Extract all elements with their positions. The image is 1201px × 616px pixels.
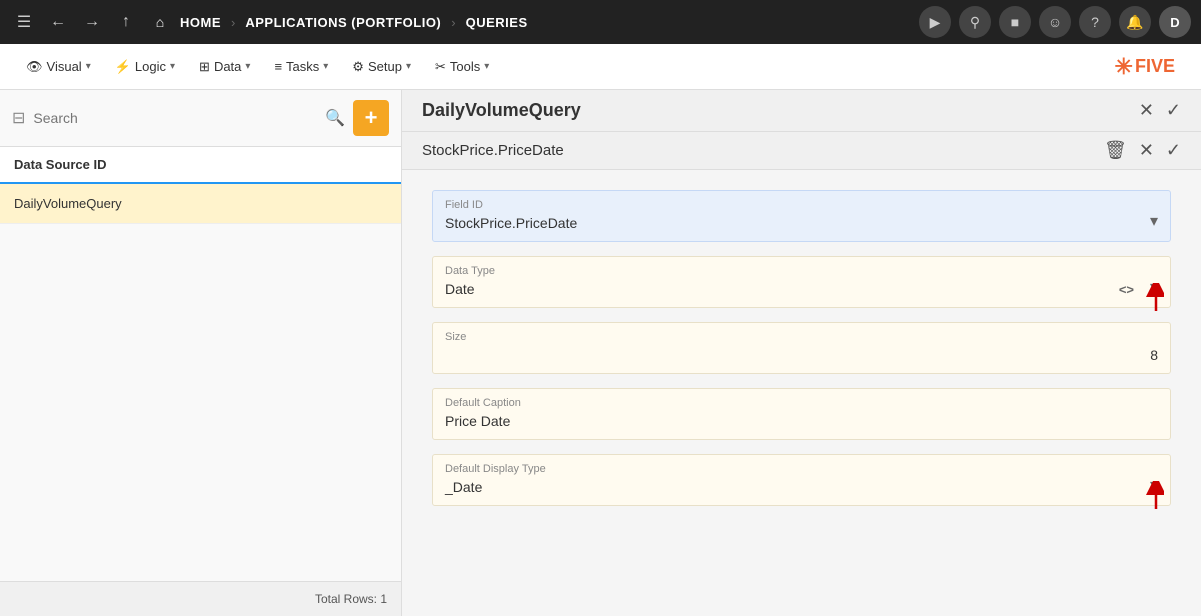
nav-visual-label: Visual [47, 59, 82, 74]
nav-setup-label: Setup [368, 59, 402, 74]
nav-actions: ▶ ⚲ ■ ☺ ? 🔔 D [919, 6, 1191, 38]
content-title: DailyVolumeQuery [422, 100, 1139, 121]
red-arrow-annotation-2 [1136, 481, 1164, 513]
back-button[interactable]: ← [44, 8, 72, 36]
default-display-field: Default Display Type _Date ▾ [432, 454, 1171, 506]
content-header: DailyVolumeQuery ✕ ✓ [402, 90, 1201, 132]
breadcrumb-queries[interactable]: QUERIES [466, 15, 528, 30]
chevron-down-icon: ▾ [245, 61, 250, 72]
content-panel: DailyVolumeQuery ✕ ✓ StockPrice.PriceDat… [402, 90, 1201, 616]
logic-icon: ⚡ [115, 59, 131, 75]
default-caption-field: Default Caption Price Date [432, 388, 1171, 440]
field-id-field: Field ID StockPrice.PriceDate ▾ [432, 190, 1171, 242]
eye-icon: 👁 [26, 59, 43, 75]
hamburger-button[interactable]: ☰ [10, 8, 38, 36]
delete-button[interactable]: 🗑 [1104, 140, 1127, 161]
main-layout: ⊟ 🔍 + Data Source ID DailyVolumeQuery To… [0, 90, 1201, 616]
sub-save-button[interactable]: ✓ [1166, 140, 1181, 161]
header-actions: ✕ ✓ [1139, 100, 1181, 121]
data-type-field: Data Type Date <> ▾ [432, 256, 1171, 308]
default-display-label: Default Display Type [445, 463, 1158, 475]
sidebar-search-bar: ⊟ 🔍 + [0, 90, 401, 147]
second-nav: 👁 Visual ▾ ⚡ Logic ▾ ⊞ Data ▾ ≡ Tasks ▾ … [0, 44, 1201, 90]
setup-icon: ⚙ [352, 59, 364, 75]
code-icon: <> [1119, 282, 1134, 297]
bell-button[interactable]: 🔔 [1119, 6, 1151, 38]
save-button[interactable]: ✓ [1166, 100, 1181, 121]
tools-icon: ✂ [435, 59, 446, 75]
nav-data[interactable]: ⊞ Data ▾ [189, 53, 260, 81]
sidebar-header: Data Source ID [0, 147, 401, 184]
red-arrow-annotation [1136, 283, 1164, 315]
add-button[interactable]: + [353, 100, 389, 136]
default-display-value: _Date [445, 479, 1158, 495]
sub-title: StockPrice.PriceDate [422, 142, 1104, 159]
sub-actions: 🗑 ✕ ✓ [1104, 140, 1181, 161]
breadcrumb-applications[interactable]: APPLICATIONS (PORTFOLIO) [245, 15, 441, 30]
avatar[interactable]: D [1159, 6, 1191, 38]
five-logo-text: FIVE [1135, 56, 1175, 77]
sub-close-button[interactable]: ✕ [1139, 140, 1154, 161]
nav-tools[interactable]: ✂ Tools ▾ [425, 53, 499, 81]
filter-icon: ⊟ [12, 108, 25, 128]
home-icon[interactable]: ⌂ [146, 8, 174, 36]
nav-visual[interactable]: 👁 Visual ▾ [16, 53, 101, 81]
nav-tasks[interactable]: ≡ Tasks ▾ [264, 53, 338, 80]
chevron-down-icon: ▾ [406, 61, 411, 72]
size-value: 8 [445, 347, 1158, 363]
sidebar-list: DailyVolumeQuery [0, 184, 401, 581]
data-type-label: Data Type [445, 265, 1158, 277]
chevron-down-icon[interactable]: ▾ [1150, 211, 1158, 231]
close-button[interactable]: ✕ [1139, 100, 1154, 121]
chevron-down-icon: ▾ [170, 61, 175, 72]
sidebar: ⊟ 🔍 + Data Source ID DailyVolumeQuery To… [0, 90, 402, 616]
sidebar-footer: Total Rows: 1 [0, 581, 401, 616]
five-logo: ✳ FIVE [1115, 54, 1175, 80]
nav-tools-label: Tools [450, 59, 480, 74]
chevron-down-icon: ▾ [323, 61, 328, 72]
stop-button[interactable]: ■ [999, 6, 1031, 38]
search-input[interactable] [33, 110, 317, 126]
nav-logic[interactable]: ⚡ Logic ▾ [105, 53, 185, 81]
nav-logic-label: Logic [135, 59, 166, 74]
chevron-down-icon: ▾ [484, 61, 489, 72]
up-button[interactable]: ↑ [112, 8, 140, 36]
default-caption-value: Price Date [445, 413, 1158, 429]
breadcrumb-home[interactable]: HOME [180, 15, 221, 30]
nav-data-label: Data [214, 59, 241, 74]
forward-button[interactable]: → [78, 8, 106, 36]
play-button[interactable]: ▶ [919, 6, 951, 38]
size-field: Size 8 [432, 322, 1171, 374]
search-icon[interactable]: 🔍 [325, 108, 345, 128]
top-nav: ☰ ← → ↑ ⌂ HOME › APPLICATIONS (PORTFOLIO… [0, 0, 1201, 44]
size-label: Size [445, 331, 1158, 343]
data-type-value: Date [445, 281, 1158, 297]
nav-setup[interactable]: ⚙ Setup ▾ [342, 53, 421, 81]
tasks-icon: ≡ [274, 59, 282, 74]
chevron-down-icon: ▾ [86, 61, 91, 72]
sub-header: StockPrice.PriceDate 🗑 ✕ ✓ [402, 132, 1201, 170]
robot-button[interactable]: ☺ [1039, 6, 1071, 38]
breadcrumb-sep1: › [231, 15, 235, 30]
field-id-value: StockPrice.PriceDate [445, 215, 1158, 231]
breadcrumb-sep2: › [451, 15, 455, 30]
five-asterisk-icon: ✳ [1115, 54, 1133, 80]
field-id-label: Field ID [445, 199, 1158, 211]
help-button[interactable]: ? [1079, 6, 1111, 38]
default-caption-label: Default Caption [445, 397, 1158, 409]
nav-tasks-label: Tasks [286, 59, 319, 74]
list-item[interactable]: DailyVolumeQuery [0, 184, 401, 224]
data-icon: ⊞ [199, 59, 210, 75]
form-area: Field ID StockPrice.PriceDate ▾ Data Typ… [402, 170, 1201, 616]
search-button[interactable]: ⚲ [959, 6, 991, 38]
